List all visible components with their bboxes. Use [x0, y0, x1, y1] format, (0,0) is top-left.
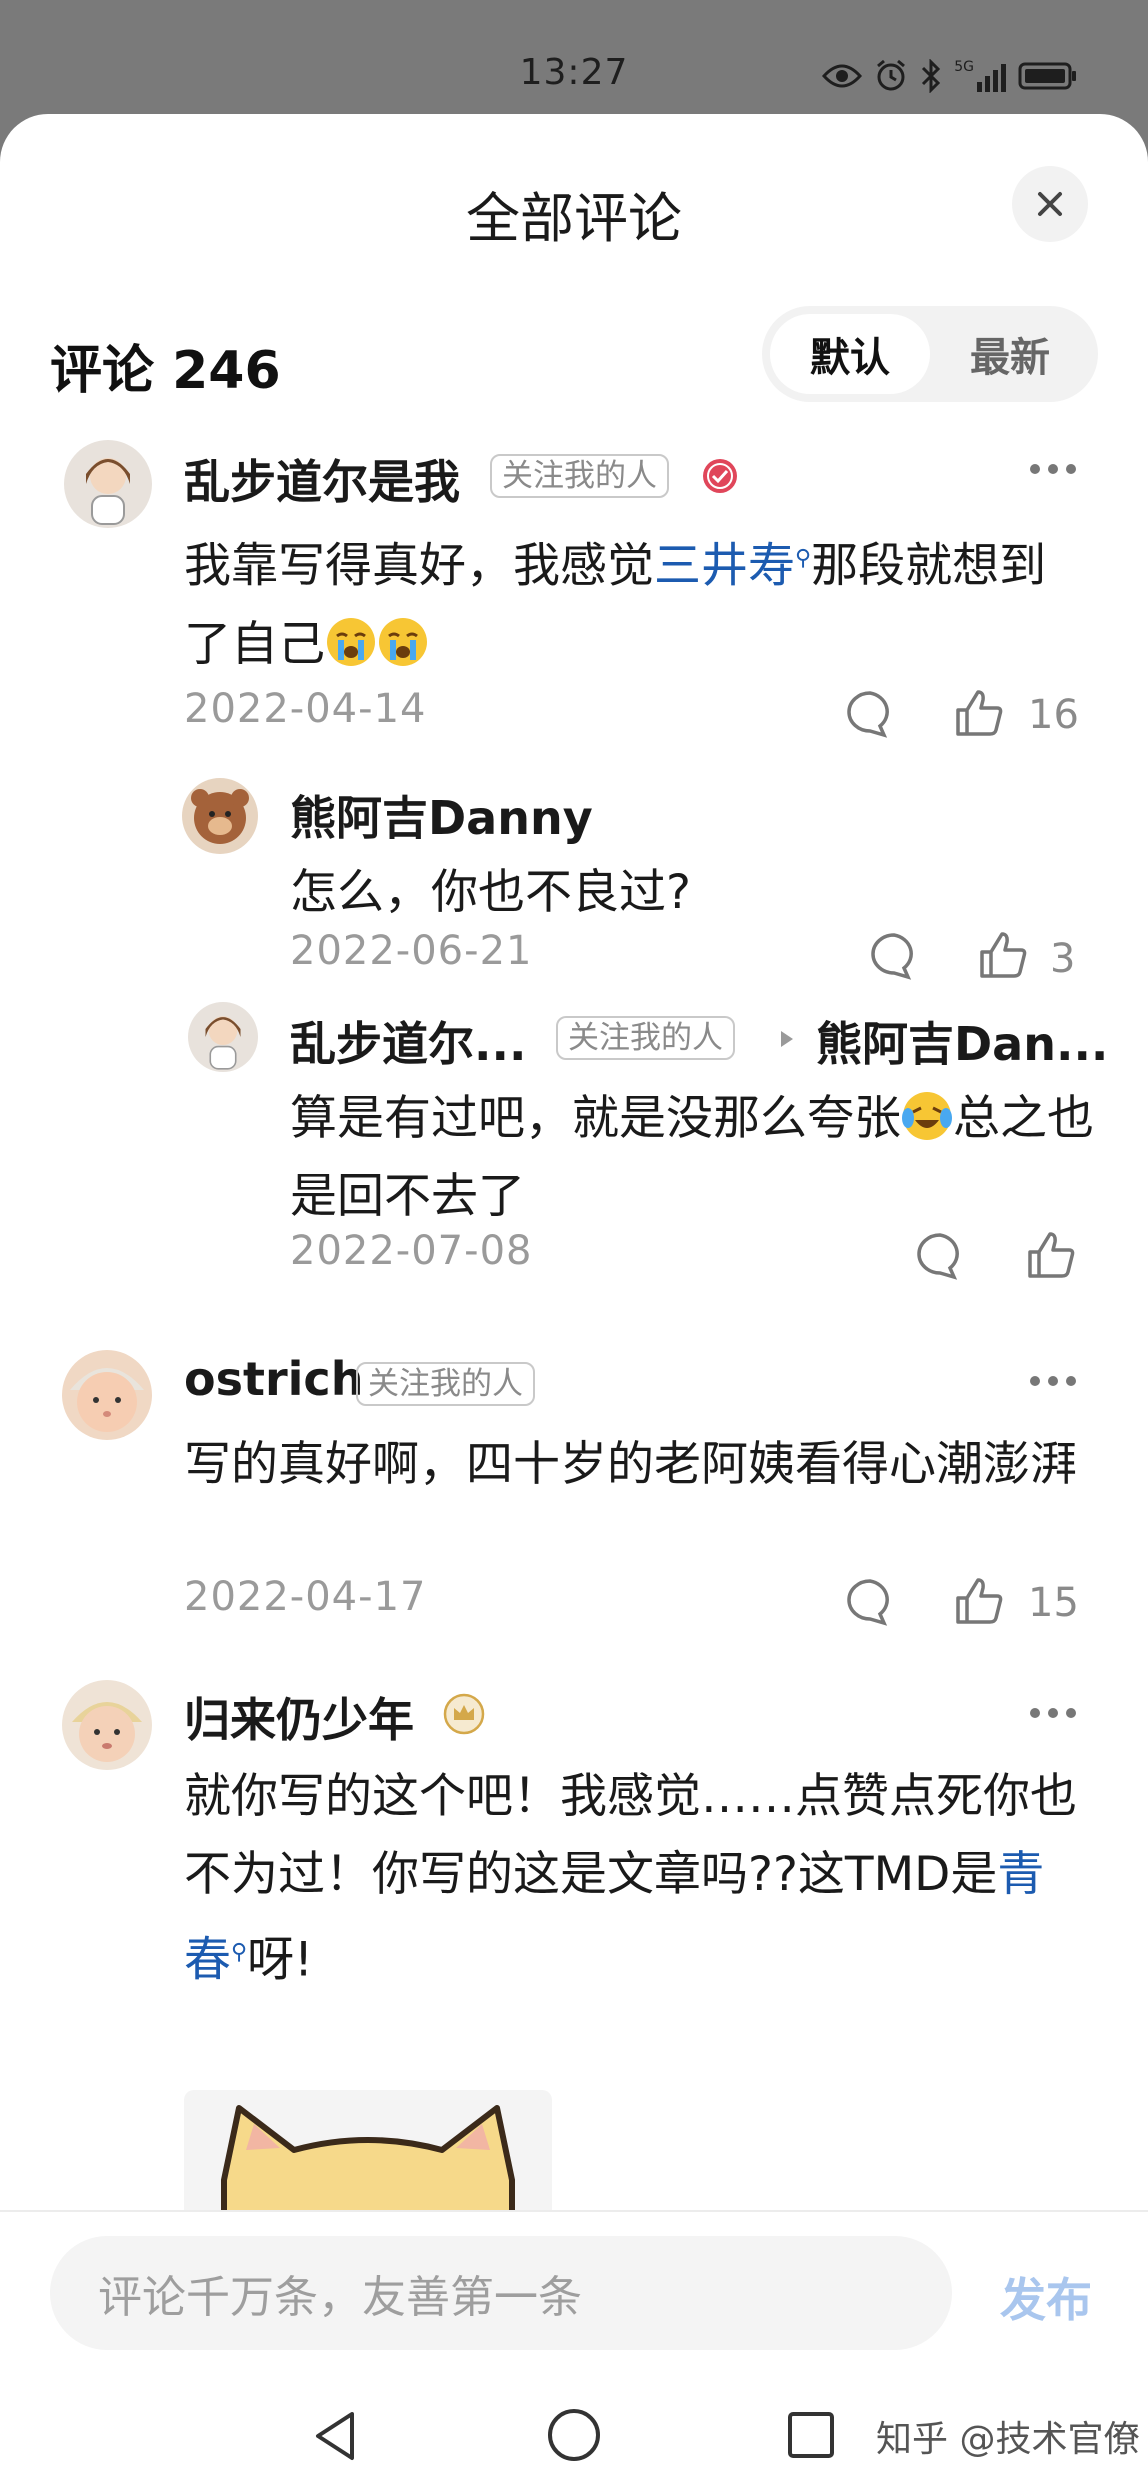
sort-latest-button[interactable]: 最新 — [930, 314, 1090, 394]
avatar[interactable] — [62, 1680, 152, 1770]
reply-icon[interactable] — [844, 1576, 896, 1628]
like-icon[interactable] — [952, 686, 1006, 740]
reply-text: 算是有过吧，就是没那么夸张 总之也是回不去了 — [290, 1091, 1094, 1224]
avatar[interactable] — [188, 1002, 258, 1072]
like-count: 15 — [1028, 1580, 1079, 1626]
crying-emoji — [327, 617, 375, 666]
search-icon: ⚲ — [795, 546, 812, 571]
reply-to-user[interactable]: 熊阿吉Dan... — [816, 1008, 1108, 1074]
topic-link[interactable]: 三井寿 — [654, 539, 795, 594]
follower-tag: 关注我的人 — [556, 1016, 735, 1060]
close-icon — [1038, 192, 1062, 216]
like-count: 16 — [1028, 692, 1079, 738]
comment-date: 2022-04-14 — [184, 686, 427, 732]
comment-count: 评论 246 — [50, 341, 281, 401]
reply-text: 怎么，你也不良过? — [290, 865, 691, 920]
crown-badge-icon — [443, 1693, 485, 1735]
comment-text: 我靠写得真好，我感觉三井寿⚲那段就想到了自己 — [184, 538, 1047, 672]
crying-emoji — [379, 617, 427, 666]
sort-toggle: 默认 最新 — [762, 306, 1098, 402]
signal-5g-icon: 5G — [954, 60, 1006, 92]
watermark: 知乎 @技术官僚 — [876, 2419, 1140, 2460]
reply-date: 2022-07-08 — [290, 1228, 533, 1274]
battery-icon — [1018, 62, 1076, 90]
reply-author[interactable]: 熊阿吉Danny — [290, 782, 593, 848]
comment-author[interactable]: ostrich — [184, 1352, 363, 1406]
more-options-button[interactable] — [1030, 464, 1076, 474]
check-badge-icon — [703, 459, 737, 493]
follower-tag: 关注我的人 — [356, 1362, 535, 1406]
reply-date: 2022-06-21 — [290, 928, 533, 974]
like-icon[interactable] — [952, 1574, 1006, 1628]
home-icon[interactable] — [545, 2406, 603, 2464]
reply-arrow-icon — [781, 1031, 793, 1047]
status-bar: 13:27 5G — [0, 0, 1148, 118]
alarm-icon — [877, 59, 906, 91]
avatar[interactable] — [64, 440, 152, 528]
like-icon[interactable] — [1024, 1228, 1078, 1282]
more-options-button[interactable] — [1030, 1708, 1076, 1718]
eye-icon — [822, 64, 863, 88]
like-icon[interactable] — [976, 928, 1030, 982]
back-icon[interactable] — [310, 2408, 360, 2464]
search-icon: ⚲ — [231, 1940, 248, 1965]
laugh-cry-emoji — [902, 1092, 952, 1140]
like-count: 3 — [1050, 936, 1076, 982]
publish-button[interactable]: 发布 — [1000, 2264, 1092, 2330]
reply-icon[interactable] — [914, 1230, 966, 1282]
system-nav-bar: 知乎 @技术官僚 — [0, 2386, 1148, 2492]
status-icons: 5G — [822, 58, 1078, 94]
reply-icon[interactable] — [868, 930, 920, 982]
comment-author[interactable]: 乱步道尔是我 — [184, 446, 460, 512]
recents-icon[interactable] — [786, 2410, 836, 2460]
signal-label: 5G — [954, 59, 974, 75]
comment-date: 2022-04-17 — [184, 1574, 427, 1620]
avatar[interactable] — [182, 778, 258, 854]
comments-sheet: 全部评论 评论 246 默认 最新 乱步道尔是我 关注我的人 我靠写得真好，我感… — [0, 114, 1148, 2492]
comment-composer: 评论千万条，友善第一条 发布 知乎 @技术官僚 — [0, 2210, 1148, 2492]
follower-tag: 关注我的人 — [490, 454, 669, 498]
avatar[interactable] — [62, 1350, 152, 1440]
comment-text: 写的真好啊，四十岁的老阿姨看得心潮澎湃 — [184, 1437, 1077, 1492]
reply-author[interactable]: 乱步道尔... — [290, 1008, 526, 1074]
reply-icon[interactable] — [844, 688, 896, 740]
comment-author[interactable]: 归来仍少年 — [184, 1684, 414, 1750]
comment-input[interactable]: 评论千万条，友善第一条 — [50, 2236, 952, 2350]
comment-text: 就你写的这个吧！我感觉……点赞点死你也不为过！你写的这是文章吗??这TMD是青春… — [184, 1769, 1077, 1988]
sheet-title: 全部评论 — [466, 187, 682, 250]
more-options-button[interactable] — [1030, 1376, 1076, 1386]
sort-default-button[interactable]: 默认 — [770, 314, 930, 394]
bluetooth-icon — [922, 59, 941, 93]
close-button[interactable] — [1012, 166, 1088, 242]
